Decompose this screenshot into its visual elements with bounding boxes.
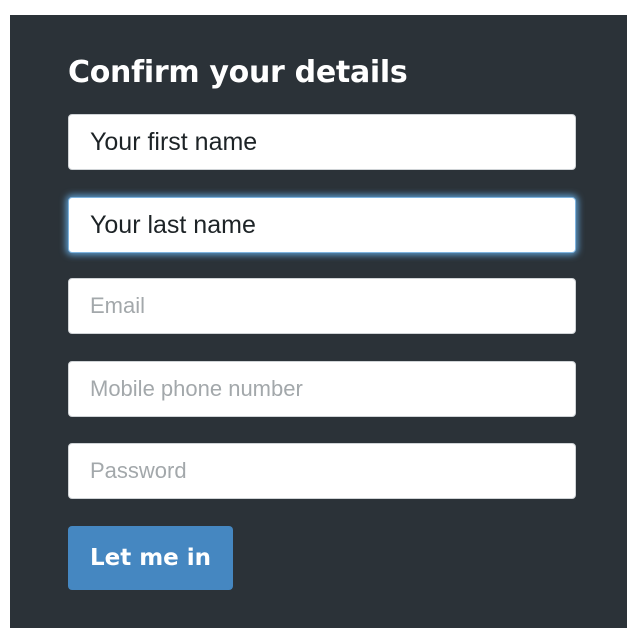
password-input[interactable] <box>68 443 576 499</box>
form-title: Confirm your details <box>68 55 408 90</box>
email-input[interactable] <box>68 278 576 334</box>
let-me-in-button[interactable]: Let me in <box>68 526 233 590</box>
last-name-input[interactable] <box>68 197 576 253</box>
mobile-phone-input[interactable] <box>68 361 576 417</box>
first-name-input[interactable] <box>68 114 576 170</box>
signup-panel: Confirm your details Let me in <box>10 15 627 628</box>
